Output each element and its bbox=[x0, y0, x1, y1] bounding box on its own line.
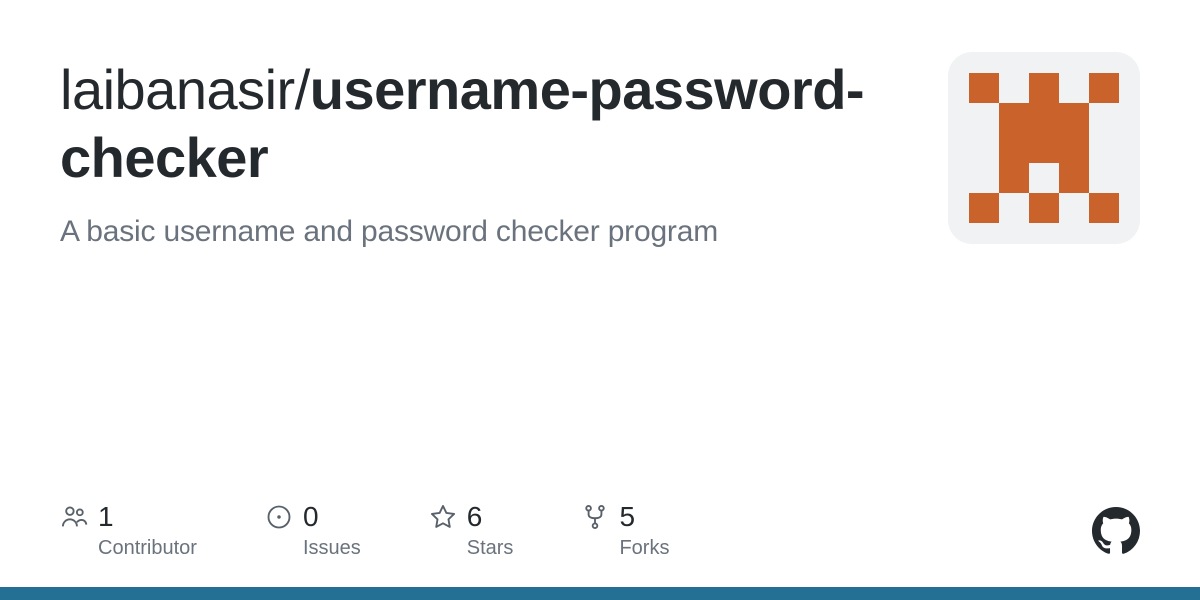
stats-row: 1 Contributor 0 Issues bbox=[60, 501, 1140, 560]
contributors-label: Contributor bbox=[98, 537, 197, 560]
stat-issues[interactable]: 0 Issues bbox=[265, 501, 361, 560]
people-icon bbox=[60, 503, 88, 531]
forks-count: 5 bbox=[619, 501, 635, 533]
repo-name-dash1: - bbox=[570, 58, 588, 121]
github-logo[interactable] bbox=[1092, 507, 1140, 555]
repo-name-part2[interactable]: password bbox=[589, 58, 846, 121]
header-row: laibanasir/username-password-checker A b… bbox=[60, 56, 1140, 249]
stat-top: 1 bbox=[60, 501, 197, 533]
fork-icon bbox=[581, 503, 609, 531]
accent-bar bbox=[0, 587, 1200, 600]
github-icon bbox=[1092, 507, 1140, 555]
slash: / bbox=[295, 58, 310, 121]
stat-stars[interactable]: 6 Stars bbox=[429, 501, 514, 560]
avatar[interactable] bbox=[948, 52, 1140, 244]
issues-count: 0 bbox=[303, 501, 319, 533]
stat-top: 5 bbox=[581, 501, 669, 533]
stat-forks[interactable]: 5 Forks bbox=[581, 501, 669, 560]
issues-label: Issues bbox=[303, 537, 361, 560]
stat-top: 0 bbox=[265, 501, 361, 533]
star-icon bbox=[429, 503, 457, 531]
identicon-icon bbox=[969, 73, 1119, 223]
forks-label: Forks bbox=[619, 537, 669, 560]
stars-label: Stars bbox=[467, 537, 514, 560]
stat-contributors[interactable]: 1 Contributor bbox=[60, 501, 197, 560]
title-block: laibanasir/username-password-checker A b… bbox=[60, 56, 908, 249]
repo-name-dash2: - bbox=[846, 58, 864, 121]
repo-description: A basic username and password checker pr… bbox=[60, 215, 908, 249]
contributors-count: 1 bbox=[98, 501, 114, 533]
repo-owner[interactable]: laibanasir bbox=[60, 58, 295, 121]
repo-name-part3[interactable]: checker bbox=[60, 126, 268, 189]
issue-icon bbox=[265, 503, 293, 531]
repo-name-part1[interactable]: username bbox=[310, 58, 571, 121]
stars-count: 6 bbox=[467, 501, 483, 533]
repo-card: laibanasir/username-password-checker A b… bbox=[0, 0, 1200, 600]
stat-top: 6 bbox=[429, 501, 514, 533]
stats-group: 1 Contributor 0 Issues bbox=[60, 501, 669, 560]
repo-title: laibanasir/username-password-checker bbox=[60, 56, 908, 193]
